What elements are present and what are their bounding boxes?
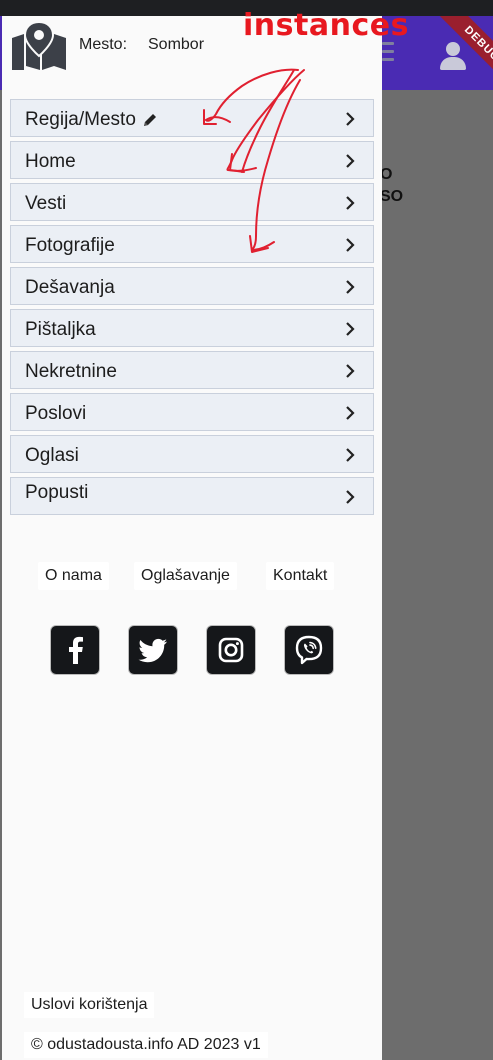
terms-link[interactable]: Uslovi korištenja [24, 992, 155, 1018]
menu-item-poslovi[interactable]: Poslovi [10, 393, 374, 431]
chevron-right-icon [346, 238, 355, 252]
menu-item-label: Vesti [25, 193, 67, 214]
menu-item-pistaljka[interactable]: Pištaljka [10, 309, 374, 347]
instagram-button[interactable] [207, 626, 255, 674]
facebook-button[interactable] [51, 626, 99, 674]
chevron-right-icon [346, 322, 355, 336]
twitter-icon [138, 638, 167, 663]
copyright-text: © odustadousta.info AD 2023 v1 [24, 1032, 268, 1058]
annotation-arrows-drawing [203, 68, 305, 253]
chevron-right-icon [346, 112, 355, 126]
chevron-right-icon [346, 364, 355, 378]
menu-item-label: Dešavanja [25, 277, 115, 298]
contact-link[interactable]: Kontakt [266, 562, 335, 590]
menu-item-popusti[interactable]: Popusti [10, 477, 374, 515]
menu-item-label: Pištaljka [25, 319, 96, 340]
menu-item-label: Poslovi [25, 403, 87, 424]
chevron-right-icon [346, 154, 355, 168]
menu-item-oglasi[interactable]: Oglasi [10, 435, 374, 473]
menu-item-label: Regija/Mesto [25, 109, 158, 131]
chevron-right-icon [346, 448, 355, 462]
menu-item-label: Nekretnine [25, 361, 117, 382]
menu-item-label: Home [25, 151, 76, 172]
pencil-icon [143, 113, 156, 126]
menu-item-label: Oglasi [25, 445, 79, 466]
facebook-icon [69, 636, 83, 664]
menu-item-desavanja[interactable]: Dešavanja [10, 267, 374, 305]
debug-ribbon: DEBUG [436, 16, 493, 90]
annotation-label: instances [243, 8, 409, 43]
viber-button[interactable] [285, 626, 333, 674]
instagram-icon [218, 637, 244, 663]
chevron-right-icon [346, 280, 355, 294]
menu-item-label: Popusti [25, 482, 89, 503]
app-content-text: SO [380, 188, 404, 205]
menu-item-nekretnine[interactable]: Nekretnine [10, 351, 374, 389]
about-link[interactable]: O nama [38, 562, 109, 590]
viber-icon [295, 635, 323, 665]
twitter-button[interactable] [129, 626, 177, 674]
map-location-icon [12, 20, 66, 70]
chevron-right-icon [346, 490, 355, 504]
advertising-link[interactable]: Oglašavanje [134, 562, 237, 590]
chevron-right-icon [346, 406, 355, 420]
chevron-right-icon [346, 196, 355, 210]
footer-links: O nama Oglašavanje Kontakt [2, 562, 382, 592]
menu-item-label: Fotografije [25, 235, 115, 256]
location-label: Mesto: [79, 36, 128, 53]
